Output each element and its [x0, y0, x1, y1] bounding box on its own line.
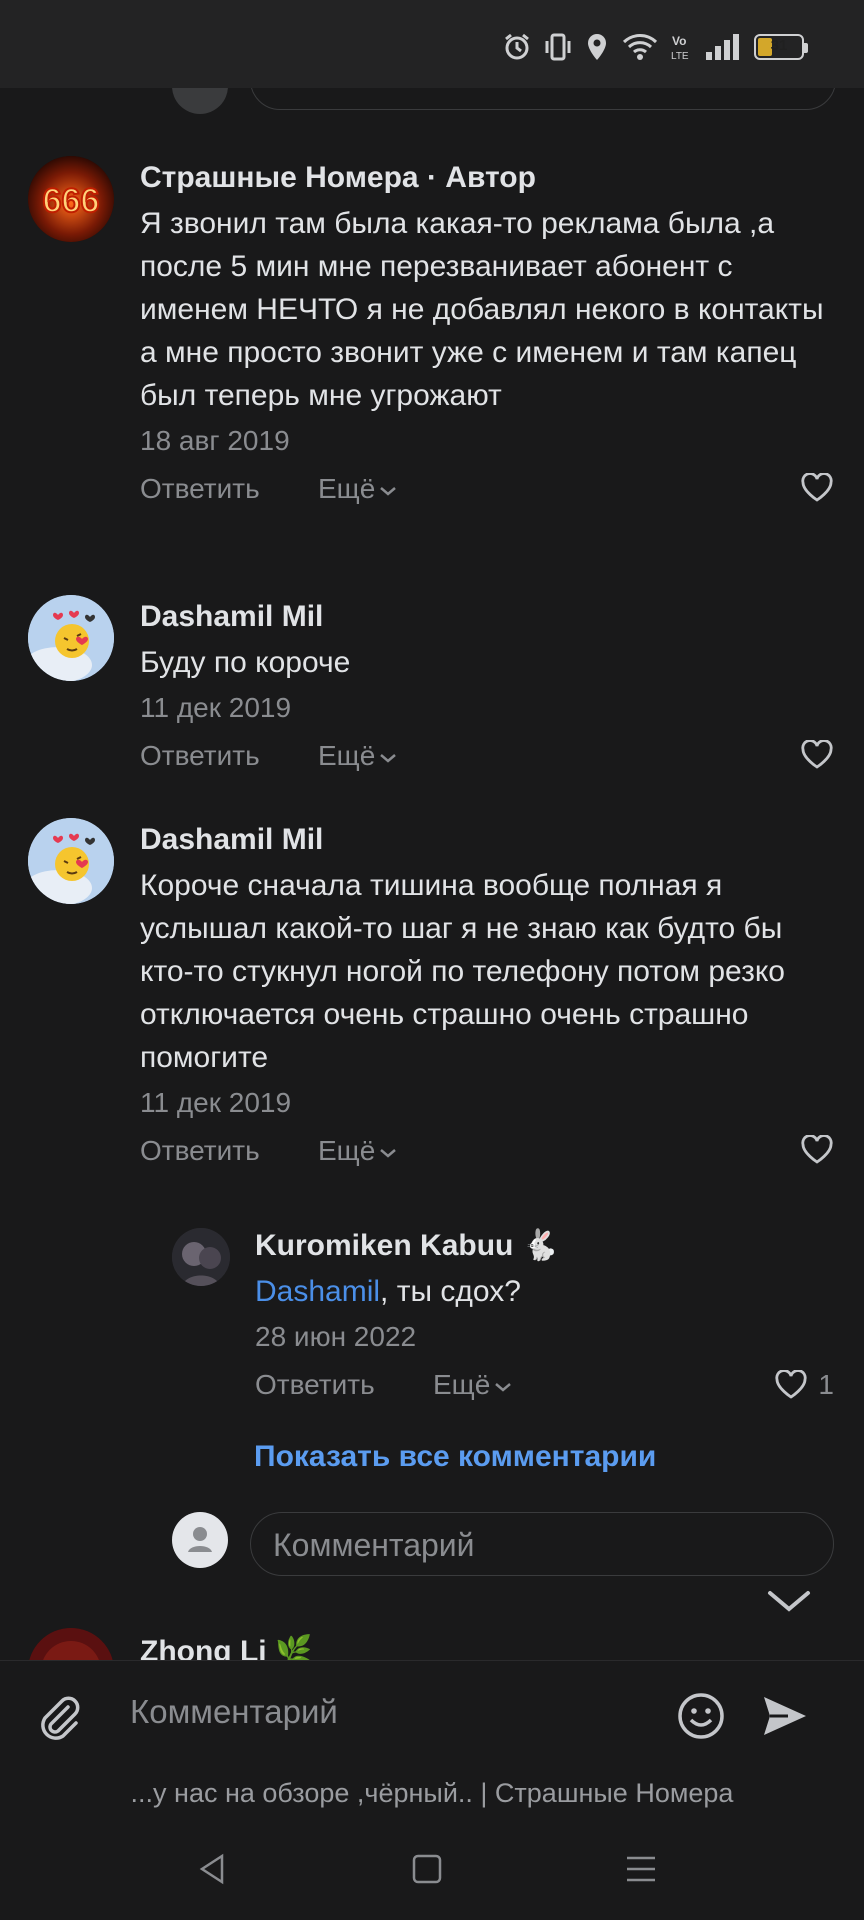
chevron-down-icon: [380, 487, 397, 496]
avatar[interactable]: [172, 1228, 230, 1286]
comment-date: 18 авг 2019: [140, 425, 290, 456]
heart-icon: [801, 1135, 833, 1164]
avatar-image: [28, 1628, 114, 1660]
send-icon[interactable]: [760, 1691, 810, 1741]
reply-comment-placeholder: Комментарий: [273, 1527, 475, 1563]
chevron-down-icon: [495, 1383, 512, 1392]
more-button[interactable]: Ещё: [318, 473, 397, 505]
mention-link[interactable]: Dashamil: [255, 1275, 380, 1308]
avatar-666-image: 666: [28, 156, 114, 242]
like-button[interactable]: [800, 473, 834, 503]
more-label: Ещё: [318, 1135, 376, 1166]
comment-actions: Ответить Ещё 1: [255, 1369, 834, 1409]
more-label: Ещё: [318, 740, 376, 771]
author-name: Kuromiken Kabuu: [255, 1229, 514, 1262]
comment-author[interactable]: Страшные Номера · Автор: [140, 160, 834, 196]
comment-author[interactable]: Kuromiken Kabuu 🐇: [255, 1228, 834, 1264]
battery-icon: 31: [754, 34, 808, 60]
comments-feed[interactable]: 666 Страшные Номера · Автор Я звонил там…: [0, 88, 864, 1660]
comment-composer: Комментарий: [0, 1660, 864, 1769]
video-title-caption[interactable]: ...у нас на обзоре ,чёрный.. | Страшные …: [0, 1768, 864, 1818]
signal-icon: [706, 34, 739, 60]
user-icon: [188, 1527, 212, 1552]
chevron-down-icon: [380, 1149, 397, 1158]
avatar[interactable]: [28, 595, 114, 681]
vibrate-icon: [545, 33, 571, 61]
avatar-emoji-image: [28, 595, 114, 681]
avatar[interactable]: 666: [28, 156, 114, 242]
home-icon[interactable]: [411, 1853, 443, 1885]
comment-date: 11 дек 2019: [140, 1087, 292, 1118]
battery-level: 31: [770, 37, 788, 54]
reply-button[interactable]: Ответить: [140, 473, 260, 505]
comment-date: 11 дек 2019: [140, 692, 292, 723]
like-button[interactable]: 1: [774, 1369, 834, 1401]
current-user-avatar: [172, 1512, 228, 1568]
more-label: Ещё: [318, 473, 376, 504]
like-count: 1: [818, 1369, 834, 1400]
reply-text: , ты сдох?: [380, 1275, 521, 1308]
comment-input[interactable]: Комментарий: [130, 1693, 338, 1731]
attach-icon[interactable]: [32, 1691, 84, 1743]
emoji-icon[interactable]: [676, 1691, 726, 1741]
back-icon[interactable]: [196, 1852, 230, 1886]
comment-text: Я звонил там была какая-то реклама была …: [140, 207, 824, 412]
comment-author[interactable]: Zhong Li 🌿: [140, 1634, 834, 1660]
like-button[interactable]: [800, 1135, 834, 1165]
comment-author[interactable]: Dashamil Mil: [140, 599, 834, 635]
reply-comment-input[interactable]: Комментарий: [250, 1512, 834, 1576]
svg-text:LTE: LTE: [671, 51, 689, 62]
volte-icon: Vo LTE: [671, 34, 689, 62]
comment-text: Dashamil, ты сдох?: [255, 1270, 834, 1313]
bunny-emoji-icon: 🐇: [521, 1229, 560, 1262]
author-name: Zhong Li: [140, 1635, 267, 1660]
like-button[interactable]: [800, 740, 834, 770]
location-icon: [588, 34, 606, 60]
system-nav-bar: [0, 1818, 864, 1920]
avatar-anime-image: [172, 1228, 230, 1286]
status-bar: Vo LTE 31: [0, 0, 864, 88]
more-button[interactable]: Ещё: [433, 1369, 512, 1401]
status-icons: Vo LTE 31: [502, 32, 808, 62]
chevron-down-icon: [768, 1591, 810, 1612]
comment-input-stub[interactable]: [250, 88, 836, 110]
reply-button[interactable]: Ответить: [255, 1369, 375, 1401]
comment-date: 28 июн 2022: [255, 1321, 417, 1352]
svg-text:Vo: Vo: [672, 34, 686, 48]
avatar[interactable]: [28, 1628, 114, 1660]
comment-text: Буду по короче: [140, 646, 351, 679]
avatar-emoji-image: [28, 818, 114, 904]
reply-button[interactable]: Ответить: [140, 1135, 260, 1167]
menu-icon[interactable]: [624, 1854, 658, 1884]
avatar[interactable]: [28, 818, 114, 904]
comment-actions: Ответить Ещё: [140, 740, 834, 780]
more-button[interactable]: Ещё: [318, 1135, 397, 1167]
comment-author[interactable]: Dashamil Mil: [140, 822, 834, 858]
heart-icon: [801, 473, 833, 502]
comment-text: Короче сначала тишина вообще полная я ус…: [140, 869, 785, 1074]
show-all-comments-link[interactable]: Показать все комментарии: [254, 1440, 656, 1474]
chevron-down-icon: [380, 754, 397, 763]
avatar: [172, 88, 228, 114]
comment-actions: Ответить Ещё: [140, 1135, 834, 1175]
heart-icon: [775, 1370, 808, 1399]
alarm-icon: [505, 33, 529, 60]
wifi-icon: [622, 34, 658, 60]
more-label: Ещё: [433, 1369, 491, 1400]
svg-text:666: 666: [43, 182, 100, 220]
comment-actions: Ответить Ещё: [140, 473, 834, 513]
leaf-emoji-icon: 🌿: [274, 1635, 313, 1660]
reply-button[interactable]: Ответить: [140, 740, 260, 772]
heart-icon: [801, 740, 833, 769]
scroll-down-button[interactable]: [752, 1574, 826, 1628]
more-button[interactable]: Ещё: [318, 740, 397, 772]
